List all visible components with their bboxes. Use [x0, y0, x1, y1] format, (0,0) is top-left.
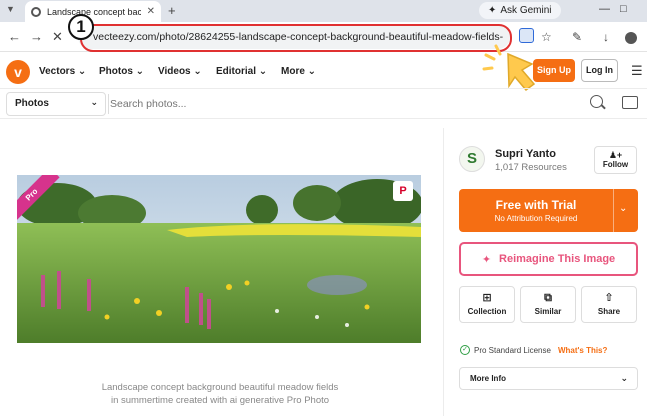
right-panel-divider	[443, 128, 444, 416]
browser-tab-active[interactable]: Landscape concept backgrou ✕	[25, 1, 161, 22]
menu-editorial-label: Editorial	[216, 66, 257, 77]
step-number-badge: 1	[68, 14, 94, 40]
search-icon[interactable]	[590, 95, 603, 108]
search-input[interactable]	[110, 92, 610, 116]
share-icon: ⇧	[604, 292, 614, 304]
author-name[interactable]: Supri Yanto	[495, 148, 556, 160]
address-bar-highlight-annotation	[80, 24, 512, 52]
menu-editorial[interactable]: Editorial ⌄	[216, 66, 267, 77]
menu-vectors-label: Vectors	[39, 66, 76, 77]
chevron-down-icon[interactable]: ⌄	[619, 203, 627, 214]
license-text: Pro Standard License	[474, 345, 551, 355]
tab-list-icon[interactable]: ▼	[6, 4, 15, 14]
pinterest-save-icon[interactable]: P	[393, 181, 413, 201]
chevron-down-icon: ⌄	[90, 97, 98, 107]
share-button[interactable]: ⇧ Share	[581, 286, 637, 323]
share-label: Share	[597, 307, 621, 316]
log-in-button[interactable]: Log In	[581, 59, 618, 82]
vecteezy-logo[interactable]: v	[6, 60, 30, 84]
tab-close-icon[interactable]: ✕	[147, 6, 155, 17]
collection-icon: ⊞	[482, 292, 492, 304]
similar-button[interactable]: ⧉ Similar	[520, 286, 576, 323]
search-category-select[interactable]: Photos ⌄	[6, 92, 106, 116]
forward-icon[interactable]: →	[30, 29, 43, 44]
hamburger-menu-icon[interactable]: ☰	[631, 63, 643, 79]
photo-caption: Landscape concept background beautiful m…	[90, 381, 350, 407]
profile-avatar-icon[interactable]	[625, 32, 637, 44]
sparkle-icon: ✦	[481, 253, 492, 266]
author-resource-count: 1,017 Resources	[495, 162, 567, 173]
menu-videos-label: Videos	[158, 66, 191, 77]
add-user-icon: ♟+	[608, 150, 623, 160]
search-category-label: Photos	[15, 98, 49, 109]
trial-divider	[613, 189, 614, 232]
menu-videos[interactable]: Videos ⌄	[158, 66, 202, 77]
collection-button[interactable]: ⊞ Collection	[459, 286, 515, 323]
main-photo[interactable]: Pro	[17, 175, 421, 343]
maximize-icon[interactable]: □	[620, 3, 627, 15]
tab-favicon-icon	[31, 6, 41, 17]
trial-subtitle: No Attribution Required	[494, 214, 578, 223]
image-search-icon[interactable]	[622, 96, 638, 109]
gemini-sparkle-icon: ✦	[488, 5, 497, 16]
reimagine-label: Reimagine This Image	[499, 253, 616, 265]
reimagine-image-button[interactable]: ✦ Reimagine This Image	[459, 242, 638, 276]
photo-caption-line-2: in summertime created with ai generative…	[110, 395, 330, 406]
download-icon[interactable]: ↓	[603, 30, 609, 44]
follow-label: Follow	[602, 160, 629, 169]
tab-title: Landscape concept backgrou	[46, 6, 141, 17]
ask-gemini-button[interactable]: ✦ Ask Gemini	[479, 2, 561, 19]
chevron-down-icon: ⌄	[620, 373, 628, 383]
menu-more[interactable]: More ⌄	[281, 66, 316, 77]
search-divider	[108, 94, 109, 114]
free-with-trial-button[interactable]: Free with Trial No Attribution Required …	[459, 189, 638, 232]
ask-gemini-label: Ask Gemini	[500, 5, 552, 16]
menu-photos[interactable]: Photos ⌄	[99, 66, 144, 77]
whats-this-link[interactable]: What's This?	[558, 346, 607, 355]
similar-label: Similar	[534, 307, 562, 316]
extensions-icon[interactable]: ✎	[572, 30, 582, 44]
check-circle-icon: ✓	[460, 345, 470, 355]
menu-vectors[interactable]: Vectors ⌄	[39, 66, 86, 77]
follow-button[interactable]: ♟+ Follow	[594, 146, 637, 174]
more-info-accordion[interactable]: More Info ⌄	[459, 367, 638, 390]
photo-caption-line-1: Landscape concept background beautiful m…	[101, 382, 339, 393]
menu-photos-label: Photos	[99, 66, 133, 77]
meadow-photo-image	[17, 175, 421, 343]
collection-label: Collection	[467, 307, 507, 316]
minimize-icon[interactable]: —	[599, 3, 610, 15]
bookmark-star-icon[interactable]: ☆	[541, 30, 552, 44]
back-icon[interactable]: ←	[8, 29, 21, 44]
trial-title: Free with Trial	[495, 198, 577, 212]
author-avatar[interactable]: S	[459, 146, 485, 172]
menu-more-label: More	[281, 66, 305, 77]
sign-up-button[interactable]: Sign Up	[533, 59, 575, 82]
close-stop-icon[interactable]: ✕	[52, 29, 63, 45]
similar-icon: ⧉	[544, 292, 552, 304]
license-info: ✓ Pro Standard License What's This?	[460, 345, 607, 355]
search-bar: Photos ⌄	[0, 89, 647, 119]
new-tab-icon[interactable]: +	[168, 3, 176, 18]
more-info-label: More Info	[470, 374, 506, 383]
browser-tab-bar: ▼ Landscape concept backgrou ✕ + ✦ Ask G…	[0, 0, 647, 22]
